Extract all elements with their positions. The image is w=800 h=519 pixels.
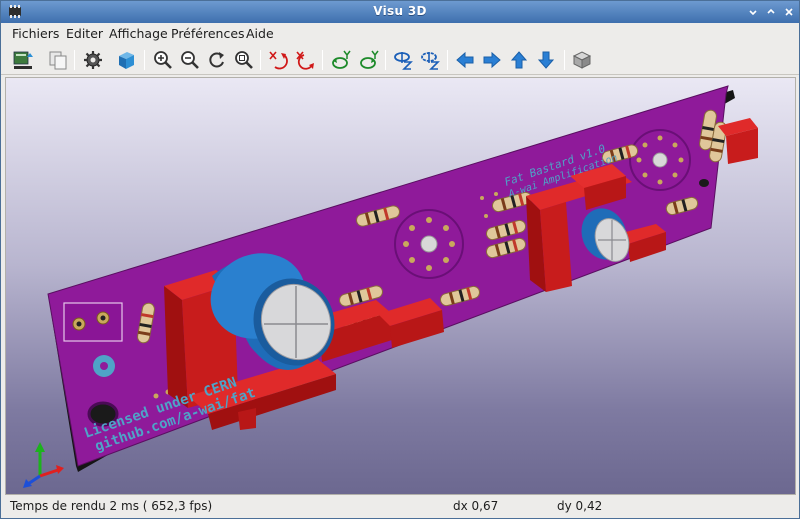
minimize-icon xyxy=(749,10,757,16)
menu-fichiers[interactable]: Fichiers xyxy=(12,26,59,41)
copy-image-icon xyxy=(49,51,67,70)
rotate-y-cw-button[interactable] xyxy=(329,48,353,72)
maximize-button[interactable] xyxy=(763,4,779,20)
ortho-view-icon xyxy=(572,51,592,69)
toolbar-separator xyxy=(564,50,565,70)
zoom-out-icon xyxy=(181,51,199,69)
rotate-z-ccw-icon xyxy=(421,52,440,70)
axis-gizmo xyxy=(23,442,64,488)
move-down-icon xyxy=(537,51,555,69)
close-button[interactable] xyxy=(781,4,797,20)
toolbar-separator xyxy=(385,50,386,70)
window-title: Visu 3D xyxy=(373,4,427,18)
rotate-y-cw-icon xyxy=(332,50,351,69)
rotate-y-ccw-button[interactable] xyxy=(357,48,381,72)
redraw-button[interactable] xyxy=(205,48,229,72)
redraw-icon xyxy=(209,52,224,68)
toolbar-separator xyxy=(447,50,448,70)
3d-view-button[interactable] xyxy=(114,48,138,72)
rotate-x-cw-icon xyxy=(269,51,288,70)
3d-box-icon xyxy=(119,52,134,69)
rotate-z-ccw-button[interactable] xyxy=(418,48,442,72)
menu-editer[interactable]: Editer xyxy=(66,26,103,41)
copy-image-button[interactable] xyxy=(46,48,70,72)
rotate-z-cw-icon xyxy=(394,52,413,70)
rotate-x-cw-button[interactable] xyxy=(266,48,290,72)
dx-status: dx 0,67 xyxy=(453,499,499,513)
zoom-out-button[interactable] xyxy=(178,48,202,72)
pcb-3d-scene: Fat Bastard v1.0 A-wai Amplification Lic… xyxy=(23,85,758,488)
connector-j1 xyxy=(63,302,123,342)
status-bar: Temps de rendu 2 ms ( 652,3 fps) dx 0,67… xyxy=(1,496,799,518)
move-right-button[interactable] xyxy=(480,48,504,72)
zoom-fit-icon xyxy=(235,51,253,69)
menu-aide[interactable]: Aide xyxy=(246,26,274,41)
toolbar-separator xyxy=(322,50,323,70)
dy-status: dy 0,42 xyxy=(557,499,603,513)
mounting-hole xyxy=(699,179,709,187)
render-time-status: Temps de rendu 2 ms ( 652,3 fps) xyxy=(10,499,213,513)
toolbar xyxy=(1,45,799,75)
oshw-logo xyxy=(93,355,115,377)
close-icon xyxy=(785,8,793,16)
title-bar[interactable]: Visu 3D xyxy=(1,1,799,23)
tube-socket-v1 xyxy=(394,209,464,279)
settings-button[interactable] xyxy=(81,48,105,72)
maximize-icon xyxy=(767,8,775,14)
ortho-view-button[interactable] xyxy=(570,48,594,72)
move-left-button[interactable] xyxy=(453,48,477,72)
3d-viewport[interactable]: Fat Bastard v1.0 A-wai Amplification Lic… xyxy=(5,77,796,495)
toolbar-separator xyxy=(144,50,145,70)
move-left-icon xyxy=(456,51,474,69)
settings-gear-icon xyxy=(84,51,102,69)
minimize-button[interactable] xyxy=(745,4,761,20)
move-right-icon xyxy=(483,51,501,69)
reload-board-icon xyxy=(13,51,33,69)
rotate-x-ccw-button[interactable] xyxy=(293,48,317,72)
tube-socket-v2 xyxy=(629,129,691,191)
rotate-z-cw-button[interactable] xyxy=(391,48,415,72)
toolbar-separator xyxy=(74,50,75,70)
zoom-fit-button[interactable] xyxy=(232,48,256,72)
toolbar-separator xyxy=(260,50,261,70)
move-up-icon xyxy=(510,51,528,69)
move-up-button[interactable] xyxy=(507,48,531,72)
move-down-button[interactable] xyxy=(534,48,558,72)
rotate-x-ccw-icon xyxy=(296,51,314,70)
visu3d-window: Visu 3D Fichiers Editer Affichage Préfér… xyxy=(0,0,800,519)
zoom-in-button[interactable] xyxy=(151,48,175,72)
reload-board-button[interactable] xyxy=(11,48,35,72)
menu-preferences[interactable]: Préférences xyxy=(171,26,245,41)
zoom-in-icon xyxy=(154,51,172,69)
menu-affichage[interactable]: Affichage xyxy=(109,26,168,41)
menu-bar: Fichiers Editer Affichage Préférences Ai… xyxy=(1,23,799,45)
rotate-y-ccw-icon xyxy=(360,50,379,69)
